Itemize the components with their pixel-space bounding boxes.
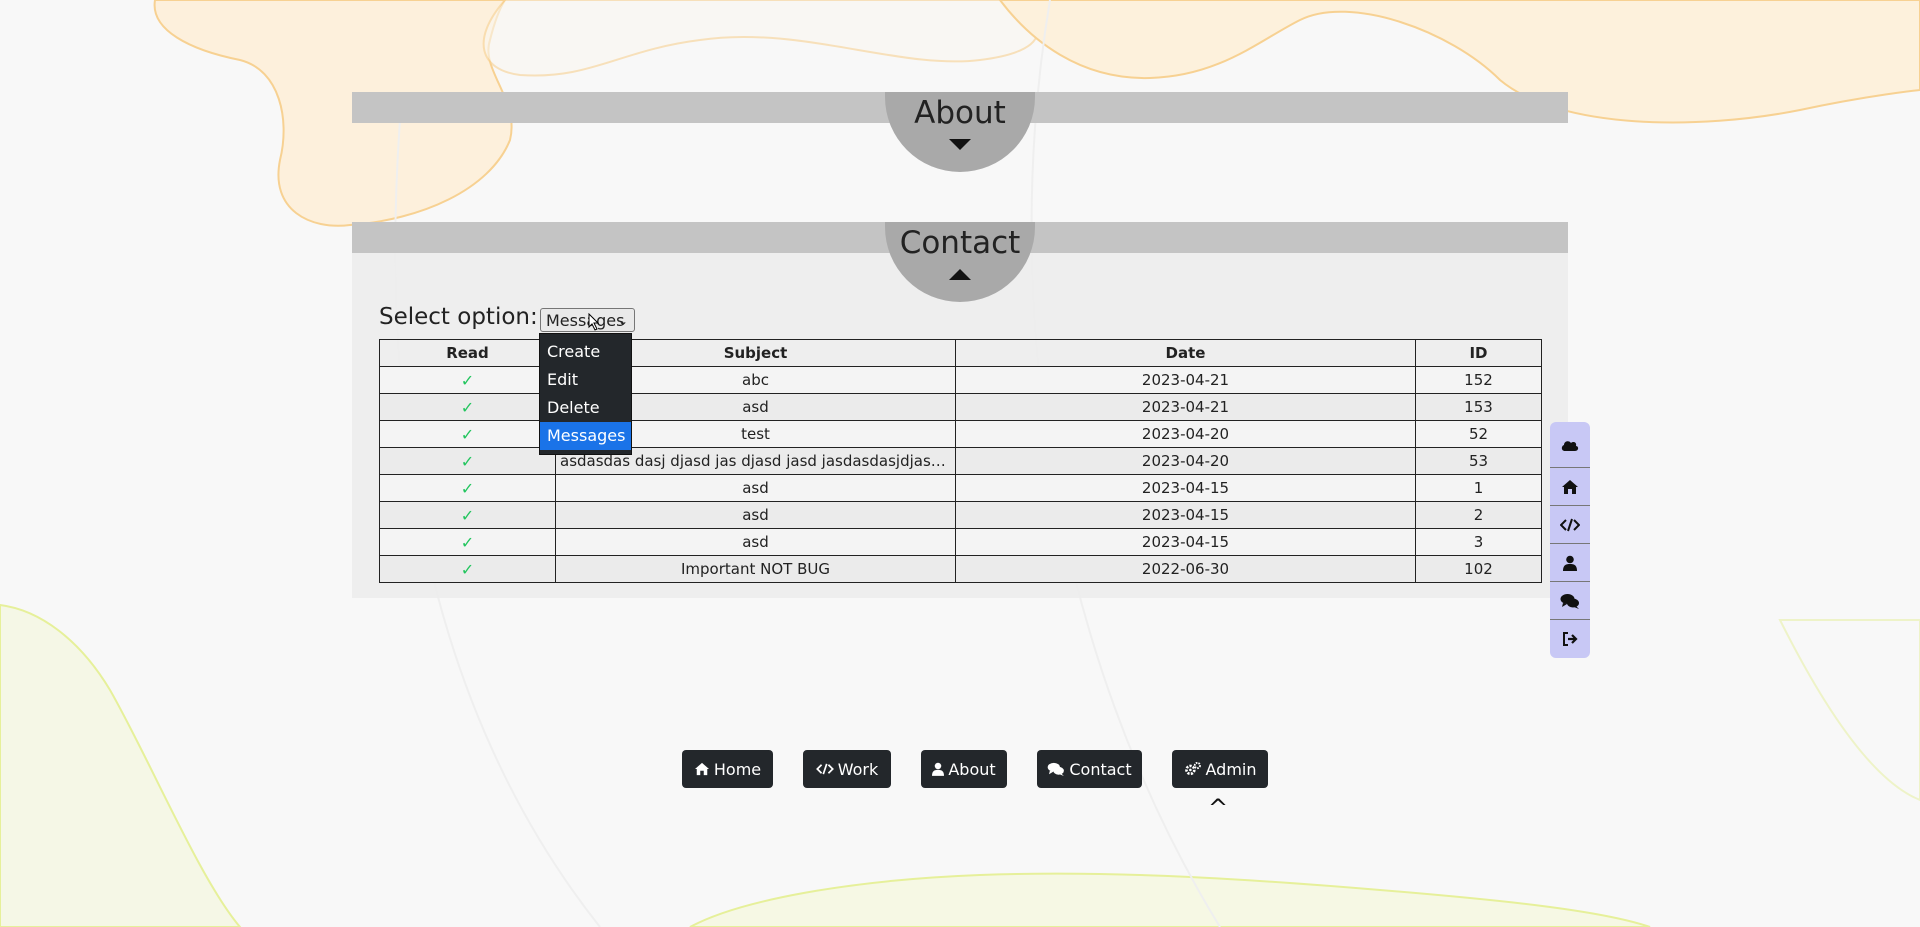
row-id: 52	[1415, 420, 1542, 448]
row-date: 2023-04-15	[955, 501, 1416, 529]
about-section: About	[352, 92, 1568, 172]
side-nav-home[interactable]	[1550, 468, 1590, 506]
contact-button[interactable]: Contact	[1037, 750, 1142, 788]
contact-section-title: Contact	[899, 225, 1021, 261]
column-header-id: ID	[1415, 339, 1542, 367]
option-select-value: Messages	[546, 311, 625, 330]
code-icon	[1560, 518, 1580, 531]
mouse-cursor-icon	[588, 313, 600, 331]
row-id: 152	[1415, 366, 1542, 394]
side-nav-top[interactable]	[1550, 422, 1590, 468]
caret-down-icon	[949, 139, 971, 150]
side-nav-logout[interactable]	[1550, 620, 1590, 657]
row-subject: Important NOT BUG	[555, 555, 956, 583]
table-row[interactable]: ✓ asd 2023-04-15 1	[379, 474, 1542, 502]
table-row[interactable]: ✓ Important NOT BUG 2022-06-30 102	[379, 555, 1542, 583]
column-header-date: Date	[955, 339, 1416, 367]
check-icon: ✓	[460, 397, 475, 417]
dropdown-option-delete[interactable]: Delete	[540, 394, 631, 422]
row-subject: asd	[555, 474, 956, 502]
user-icon	[932, 762, 945, 776]
side-nav	[1550, 422, 1590, 658]
row-subject: asd	[555, 501, 956, 529]
column-header-read: Read	[379, 339, 556, 367]
side-nav-about[interactable]	[1550, 544, 1590, 582]
comments-icon	[1560, 593, 1579, 609]
about-section-title: About	[914, 95, 1006, 131]
table-row[interactable]: ✓ asd 2023-04-15 2	[379, 501, 1542, 529]
dropdown-option-edit[interactable]: Edit	[540, 366, 631, 394]
row-id: 3	[1415, 528, 1542, 556]
table-row[interactable]: ✓ asd 2023-04-15 3	[379, 528, 1542, 556]
active-page-marker: ^	[1208, 794, 1229, 822]
side-nav-contact[interactable]	[1550, 582, 1590, 620]
row-id: 53	[1415, 447, 1542, 475]
select-option-label: Select option:	[379, 304, 538, 330]
check-icon: ✓	[460, 505, 475, 525]
option-dropdown-list: Create Edit Delete Messages	[539, 333, 632, 455]
row-id: 102	[1415, 555, 1542, 583]
cloud-icon	[1561, 440, 1579, 451]
caret-up-icon	[949, 269, 971, 280]
row-date: 2023-04-15	[955, 528, 1416, 556]
check-icon: ✓	[460, 559, 475, 579]
row-date: 2023-04-20	[955, 447, 1416, 475]
work-button-label: Work	[837, 759, 879, 779]
check-icon: ✓	[460, 370, 475, 390]
row-date: 2023-04-20	[955, 420, 1416, 448]
home-button[interactable]: Home	[682, 750, 773, 788]
sign-out-icon	[1563, 631, 1578, 646]
check-icon: ✓	[460, 424, 475, 444]
admin-button[interactable]: Admin	[1172, 750, 1268, 788]
cogs-icon	[1184, 762, 1201, 776]
code-icon	[815, 763, 834, 775]
contact-section: Select option: Messages ⌄ Read Subject D…	[352, 222, 1568, 598]
row-date: 2023-04-21	[955, 366, 1416, 394]
row-id: 2	[1415, 501, 1542, 529]
home-button-label: Home	[713, 759, 762, 779]
home-icon	[1562, 479, 1578, 494]
row-subject: asd	[555, 528, 956, 556]
row-date: 2023-04-21	[955, 393, 1416, 421]
work-button[interactable]: Work	[803, 750, 891, 788]
row-id: 153	[1415, 393, 1542, 421]
row-date: 2023-04-15	[955, 474, 1416, 502]
dropdown-option-create[interactable]: Create	[540, 338, 631, 366]
about-button-label: About	[948, 759, 996, 779]
contact-button-label: Contact	[1069, 759, 1132, 779]
check-icon: ✓	[460, 478, 475, 498]
comments-icon	[1048, 762, 1065, 776]
check-icon: ✓	[460, 451, 475, 471]
admin-button-label: Admin	[1205, 759, 1257, 779]
about-toggle[interactable]: About	[885, 92, 1035, 172]
chevron-down-icon: ⌄	[617, 314, 628, 328]
home-icon	[694, 762, 709, 776]
side-nav-work[interactable]	[1550, 506, 1590, 544]
user-icon	[1563, 555, 1577, 571]
row-id: 1	[1415, 474, 1542, 502]
about-button[interactable]: About	[921, 750, 1007, 788]
row-date: 2022-06-30	[955, 555, 1416, 583]
page: About Select option: Messages ⌄ Read Sub…	[0, 0, 1920, 927]
dropdown-option-messages[interactable]: Messages	[540, 422, 631, 450]
check-icon: ✓	[460, 532, 475, 552]
